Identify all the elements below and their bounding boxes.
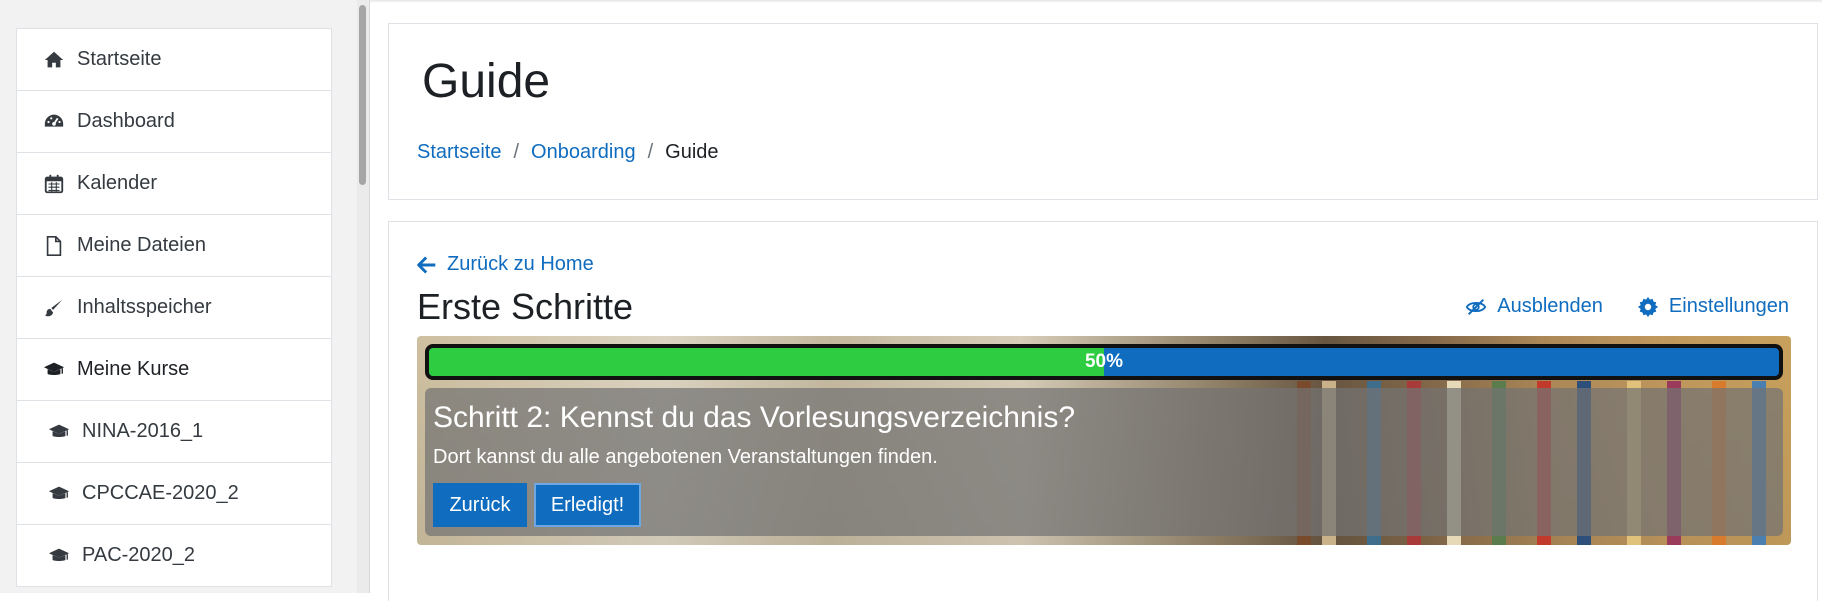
main-content: Zurück zu Home Erste Schritte Ausblenden… bbox=[388, 221, 1818, 601]
previous-step-button[interactable]: Zurück bbox=[433, 483, 527, 527]
sidebar-item-startseite[interactable]: Startseite bbox=[17, 29, 331, 91]
eye-slash-icon bbox=[1466, 298, 1487, 315]
sidebar: Startseite Dashboard Kalender Meine Date… bbox=[0, 0, 357, 593]
graduation-cap-icon bbox=[48, 421, 70, 443]
navbar-shadow bbox=[370, 0, 1822, 3]
back-link-label: Zurück zu Home bbox=[447, 253, 594, 275]
sidebar-item-dashboard[interactable]: Dashboard bbox=[17, 91, 331, 153]
section-title: Erste Schritte bbox=[417, 286, 634, 327]
breadcrumb-onboarding[interactable]: Onboarding bbox=[531, 141, 636, 164]
done-button[interactable]: Erledigt! bbox=[534, 483, 641, 527]
sidebar-item-label: Meine Dateien bbox=[77, 234, 206, 256]
back-to-home-link[interactable]: Zurück zu Home bbox=[417, 253, 594, 276]
home-icon bbox=[43, 49, 65, 71]
settings-label: Einstellungen bbox=[1668, 295, 1789, 317]
sidebar-item-label: NINA-2016_1 bbox=[82, 420, 204, 442]
file-icon bbox=[43, 235, 65, 257]
step-card: Schritt 2: Kennst du das Vorlesungsverze… bbox=[425, 388, 1783, 536]
sidebar-item-nina-2016-1[interactable]: NINA-2016_1 bbox=[17, 401, 331, 463]
sidebar-item-label: Inhaltsspeicher bbox=[77, 296, 212, 318]
sidebar-item-kalender[interactable]: Kalender bbox=[17, 153, 331, 215]
breadcrumb-separator: / bbox=[647, 141, 654, 163]
sidebar-nav: Startseite Dashboard Kalender Meine Date… bbox=[16, 28, 332, 587]
graduation-cap-icon bbox=[48, 483, 70, 505]
sidebar-item-inhaltsspeicher[interactable]: Inhaltsspeicher bbox=[17, 277, 331, 339]
graduation-cap-icon bbox=[48, 545, 70, 567]
breadcrumb-separator: / bbox=[513, 141, 520, 163]
sidebar-item-label: Kalender bbox=[77, 172, 158, 194]
hide-label: Ausblenden bbox=[1497, 295, 1603, 317]
brush-icon bbox=[43, 297, 65, 319]
progress-bar: 50% bbox=[425, 344, 1783, 380]
sidebar-item-label: PAC-2020_2 bbox=[82, 544, 196, 566]
divider bbox=[369, 0, 370, 593]
hide-button[interactable]: Ausblenden bbox=[1465, 295, 1603, 318]
breadcrumb: Startseite / Onboarding / Guide bbox=[417, 141, 719, 164]
sidebar-item-label: CPCCAE-2020_2 bbox=[82, 482, 239, 504]
page-header: Guide Startseite / Onboarding / Guide bbox=[388, 23, 1818, 200]
scrollbar-thumb[interactable] bbox=[359, 5, 366, 185]
step-title: Schritt 2: Kennst du das Vorlesungsverze… bbox=[433, 401, 1076, 434]
arrow-left-icon bbox=[417, 255, 436, 274]
sidebar-item-label: Dashboard bbox=[77, 110, 175, 132]
step-description: Dort kannst du alle angebotenen Veransta… bbox=[433, 446, 938, 468]
progress-label: 50% bbox=[1084, 351, 1124, 372]
sidebar-item-meine-kurse[interactable]: Meine Kurse bbox=[17, 339, 331, 401]
guide-actions: Ausblenden Einstellungen bbox=[1431, 295, 1789, 318]
sidebar-scrollbar[interactable] bbox=[357, 0, 369, 593]
dashboard-icon bbox=[43, 111, 65, 133]
gear-icon bbox=[1637, 296, 1658, 317]
sidebar-item-label: Startseite bbox=[77, 48, 162, 70]
page-title: Guide bbox=[422, 55, 551, 108]
calendar-icon bbox=[43, 173, 65, 195]
guide-banner: 50% Schritt 2: Kennst du das Vorlesungsv… bbox=[417, 336, 1791, 545]
sidebar-item-label: Meine Kurse bbox=[77, 358, 190, 380]
sidebar-item-meine-dateien[interactable]: Meine Dateien bbox=[17, 215, 331, 277]
sidebar-item-cpccae-2020-2[interactable]: CPCCAE-2020_2 bbox=[17, 463, 331, 525]
sidebar-item-pac-2020-2[interactable]: PAC-2020_2 bbox=[17, 525, 331, 587]
breadcrumb-startseite[interactable]: Startseite bbox=[417, 141, 501, 164]
graduation-cap-icon bbox=[43, 359, 65, 381]
breadcrumb-current: Guide bbox=[665, 141, 719, 163]
settings-button[interactable]: Einstellungen bbox=[1637, 295, 1789, 318]
